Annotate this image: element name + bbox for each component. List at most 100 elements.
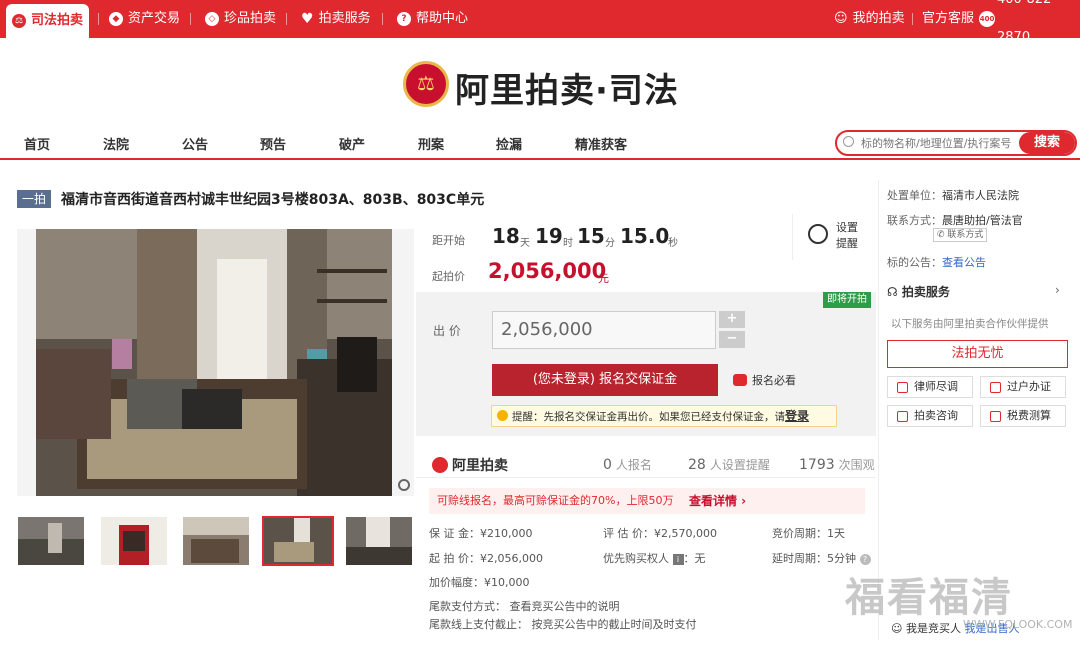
tab-help-center[interactable]: ? 帮助中心 <box>397 0 468 38</box>
promo-text: 可赊线报名，最高可赊保证金的70%，上限50万 <box>437 494 674 507</box>
contact-label: 联系方式： <box>887 214 942 227</box>
thumbnail-1[interactable] <box>18 517 84 565</box>
auction-service-header[interactable]: ☊ 拍卖服务 <box>887 283 950 300</box>
lot-title: 福清市音西街道音西村诚丰世纪园3号楼803A、803B、803C单元 <box>61 192 485 208</box>
nav-bankruptcy[interactable]: 破产 <box>339 134 365 153</box>
nav-bargain[interactable]: 捡漏 <box>496 134 522 153</box>
registration-guide-link[interactable]: 报名必看 <box>733 372 796 388</box>
search-button[interactable]: 搜索 <box>1019 132 1075 154</box>
buyer-label: 我是竞买人 <box>905 622 961 635</box>
decrease-bid-button[interactable]: − <box>719 331 745 348</box>
reminder-label: 人设置提醒 <box>709 458 770 472</box>
thumbnail-image <box>101 517 167 565</box>
tab-label: 资产交易 <box>128 11 181 26</box>
consult-button[interactable]: 拍卖咨询 <box>887 405 973 427</box>
view-details-link[interactable]: 查看详情 › <box>689 488 746 514</box>
increase-bid-button[interactable]: + <box>719 311 745 328</box>
watermark: 福看福清 <box>845 575 1013 621</box>
contact-button-label: 联系方式 <box>947 230 984 240</box>
transfer-button[interactable]: 过户办证 <box>980 376 1066 398</box>
info-icon[interactable]: i <box>672 554 684 565</box>
contact-name: 晨唐助拍/管法官 <box>942 214 1023 227</box>
thumbnail-2[interactable] <box>101 517 167 565</box>
auction-round-badge: 一拍 <box>17 190 52 208</box>
thumbnail-4-selected[interactable] <box>262 516 334 566</box>
tax-calculator-button[interactable]: 税费测算 <box>980 405 1066 427</box>
thumbnail-image <box>346 517 412 565</box>
lawyer-label: 律师尽调 <box>914 380 958 393</box>
site-logo[interactable]: 阿里拍卖·司法 <box>455 63 679 112</box>
thumbnail-5[interactable] <box>346 517 412 565</box>
credit-promo-banner: 可赊线报名，最高可赊保证金的70%，上限50万 查看详情 › <box>429 488 865 514</box>
alarm-clock-icon[interactable] <box>808 224 828 244</box>
thumbnail-3[interactable] <box>183 517 249 565</box>
house-icon <box>990 382 1001 393</box>
service-title: 拍卖服务 <box>901 285 950 299</box>
countdown-seconds-unit: 秒 <box>668 238 678 249</box>
priority-label: 优先购买权人 <box>603 552 669 565</box>
service-label: 官方客服 <box>922 11 975 26</box>
view-count: 1793 次围观 <box>799 456 875 473</box>
lightbulb-icon <box>497 410 508 421</box>
notice-info: 标的公告：查看公告 <box>887 254 986 270</box>
ali-auction-brand: 阿里拍卖 <box>432 455 508 475</box>
countdown-minutes: 15 <box>577 224 605 248</box>
contact-button[interactable]: ✆ 联系方式 <box>933 228 988 242</box>
tab-treasure-auction[interactable]: ◇ 珍品拍卖 <box>205 0 276 38</box>
lawyer-due-diligence-button[interactable]: 律师尽调 <box>887 376 973 398</box>
bedroom-photo <box>17 229 414 496</box>
priority-info: 优先购买权人 i ：无 <box>603 552 706 565</box>
headset-icon: ☊ <box>887 285 898 299</box>
nav-precise-leads[interactable]: 精准获客 <box>575 134 627 153</box>
signup-number: 0 <box>603 457 612 473</box>
nav-criminal[interactable]: 刑案 <box>418 134 444 153</box>
tab-asset-trading[interactable]: ◆ 资产交易 <box>109 0 180 38</box>
countdown-days-unit: 天 <box>520 238 530 249</box>
guide-label: 报名必看 <box>752 374 796 387</box>
divider <box>792 214 793 260</box>
worry-free-button[interactable]: 法拍无忧 <box>887 340 1068 368</box>
countdown-hours: 19 <box>535 224 563 248</box>
chevron-right-icon[interactable]: › <box>1055 283 1060 297</box>
service-description: 以下服务由阿里拍卖合作伙伴提供 <box>891 318 1049 330</box>
nav-preview[interactable]: 预告 <box>260 134 286 153</box>
start-price-value: 2,056,000 <box>488 259 607 283</box>
start-price-unit: 元 <box>598 272 609 285</box>
divider <box>190 13 191 25</box>
deposit-info: 保 证 金：¥210,000 <box>429 527 533 540</box>
search-input[interactable] <box>837 132 1017 154</box>
tab-judicial-auction[interactable]: ⚖ 司法拍卖 <box>6 4 90 38</box>
nav-notice[interactable]: 公告 <box>182 134 208 153</box>
ali-auction-logo-icon <box>432 457 448 473</box>
divider <box>912 13 913 25</box>
register-deposit-button[interactable]: (您未登录) 报名交保证金 <box>492 364 718 396</box>
official-service-link[interactable]: 官方客服 400 <box>922 0 996 38</box>
countdown-days: 18 <box>492 224 520 248</box>
tab-auction-service[interactable]: ♥ 拍卖服务 <box>301 0 371 38</box>
signup-count: 0 人报名 <box>603 456 652 473</box>
my-auction-label: 我的拍卖 <box>852 11 905 26</box>
set-reminder-button[interactable]: 设置提醒 <box>836 220 860 252</box>
top-bar: ⚖ 司法拍卖 ◆ 资产交易 ◇ 珍品拍卖 ♥ 拍卖服务 ? 帮助中心 ☺ 我的拍… <box>0 0 1080 45</box>
zoom-icon[interactable] <box>398 479 410 491</box>
court-icon: ⚖ <box>12 14 26 28</box>
main-photo[interactable] <box>17 229 414 496</box>
thumbnail-image <box>264 518 332 564</box>
divider <box>286 13 287 25</box>
my-auction-link[interactable]: ☺ 我的拍卖 <box>834 0 905 38</box>
help-icon: ? <box>397 12 411 26</box>
nav-court[interactable]: 法院 <box>103 134 129 153</box>
question-icon[interactable]: ? <box>859 554 871 565</box>
starting-soon-badge: 即将开拍 <box>823 292 871 308</box>
nav-home[interactable]: 首页 <box>24 134 50 153</box>
court-name[interactable]: 福清市人民法院 <box>942 189 1019 202</box>
court-label: 处置单位： <box>887 189 942 202</box>
view-notice-link[interactable]: 查看公告 <box>942 256 986 269</box>
delay-info: 延时周期：5分钟 ? <box>772 550 871 566</box>
bid-amount-input[interactable]: 2,056,000 <box>492 311 716 349</box>
phone-icon: ✆ <box>937 230 945 240</box>
login-link[interactable]: 登录 <box>785 409 809 423</box>
signup-label: 人报名 <box>615 458 652 472</box>
consult-label: 拍卖咨询 <box>914 409 958 422</box>
payment-deadline-info: 尾款线上支付截止： 按竞买公告中的截止时间及时支付 <box>429 618 697 631</box>
